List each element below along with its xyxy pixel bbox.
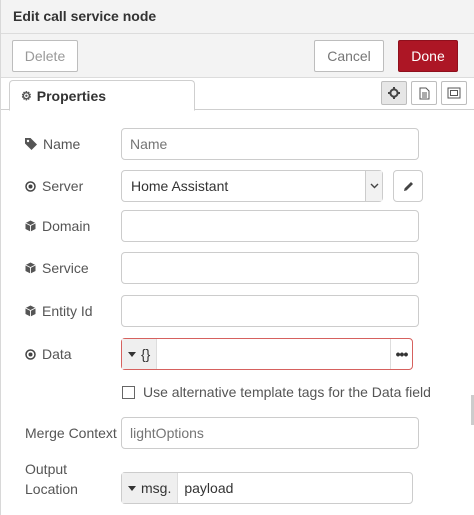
alt-template-tags-checkbox[interactable] xyxy=(122,385,135,399)
edit-server-button[interactable] xyxy=(393,170,423,202)
entity-id-input[interactable] xyxy=(121,295,419,327)
expand-editor-button[interactable]: ••• xyxy=(390,339,412,369)
cube-icon xyxy=(25,305,36,317)
chevron-down-icon xyxy=(365,171,382,201)
caret-down-icon xyxy=(128,485,136,491)
tab-properties[interactable]: ⚙ Properties xyxy=(9,80,195,111)
cube-icon xyxy=(25,220,36,232)
tray-title: Edit call service node xyxy=(13,8,157,24)
appearance-tab-button[interactable] xyxy=(441,81,467,105)
output-type-select[interactable]: msg. xyxy=(122,473,179,503)
entity-id-label: Entity Id xyxy=(25,303,93,319)
ellipsis-icon: ••• xyxy=(395,346,409,362)
cancel-button[interactable]: Cancel xyxy=(314,40,384,72)
appearance-icon xyxy=(447,87,461,99)
delete-button[interactable]: Delete xyxy=(12,40,78,72)
server-row: Server Home Assistant xyxy=(25,170,455,202)
domain-label: Domain xyxy=(25,218,90,234)
done-button[interactable]: Done xyxy=(398,40,458,72)
data-type-label: {} xyxy=(141,346,151,362)
cube-icon xyxy=(25,262,36,274)
output-location-row: Output Location msg. payload xyxy=(25,460,455,504)
merge-context-input[interactable] xyxy=(121,417,419,449)
tray-header: Edit call service node xyxy=(1,0,474,34)
service-row: Service xyxy=(25,252,455,284)
entity-id-row: Entity Id xyxy=(25,295,455,327)
name-label: Name xyxy=(25,136,80,152)
settings-tab-button[interactable] xyxy=(381,81,407,105)
domain-row: Domain xyxy=(25,210,455,242)
server-label: Server xyxy=(25,178,83,194)
output-location-value[interactable]: payload xyxy=(178,480,412,496)
name-input[interactable] xyxy=(121,128,419,160)
merge-context-label: Merge Context xyxy=(25,425,117,441)
merge-context-row: Merge Context xyxy=(25,417,455,449)
data-row: Data {} ••• xyxy=(25,338,455,370)
tab-icon-group xyxy=(381,81,467,105)
dot-circle-icon xyxy=(25,348,36,360)
pencil-icon xyxy=(403,181,413,191)
caret-down-icon xyxy=(128,351,136,357)
output-type-label: msg. xyxy=(141,480,172,496)
file-text-icon xyxy=(419,87,429,99)
server-select[interactable]: Home Assistant xyxy=(121,170,383,202)
gear-icon: ⚙ xyxy=(21,88,32,103)
output-location-typed-input: msg. payload xyxy=(121,472,413,504)
tab-bar: ⚙ Properties xyxy=(1,78,474,111)
server-select-value: Home Assistant xyxy=(131,178,229,194)
data-type-select[interactable]: {} xyxy=(122,339,158,369)
tray-toolbar: Delete Cancel Done xyxy=(1,34,474,78)
service-input[interactable] xyxy=(121,252,419,284)
dot-circle-icon xyxy=(25,180,36,192)
name-row: Name xyxy=(25,128,455,160)
gear-icon xyxy=(388,87,400,99)
domain-input[interactable] xyxy=(121,210,419,242)
edit-tray: Edit call service node Delete Cancel Don… xyxy=(0,0,474,515)
output-location-label: Output Location xyxy=(25,461,78,497)
description-tab-button[interactable] xyxy=(411,81,437,105)
data-typed-input: {} ••• xyxy=(121,338,413,370)
service-label: Service xyxy=(25,260,89,276)
tag-icon xyxy=(25,138,37,150)
alt-template-tags-row: Use alternative template tags for the Da… xyxy=(122,384,431,400)
alt-template-tags-label: Use alternative template tags for the Da… xyxy=(143,384,431,400)
tab-properties-label: Properties xyxy=(36,87,107,104)
data-label: Data xyxy=(25,346,72,362)
